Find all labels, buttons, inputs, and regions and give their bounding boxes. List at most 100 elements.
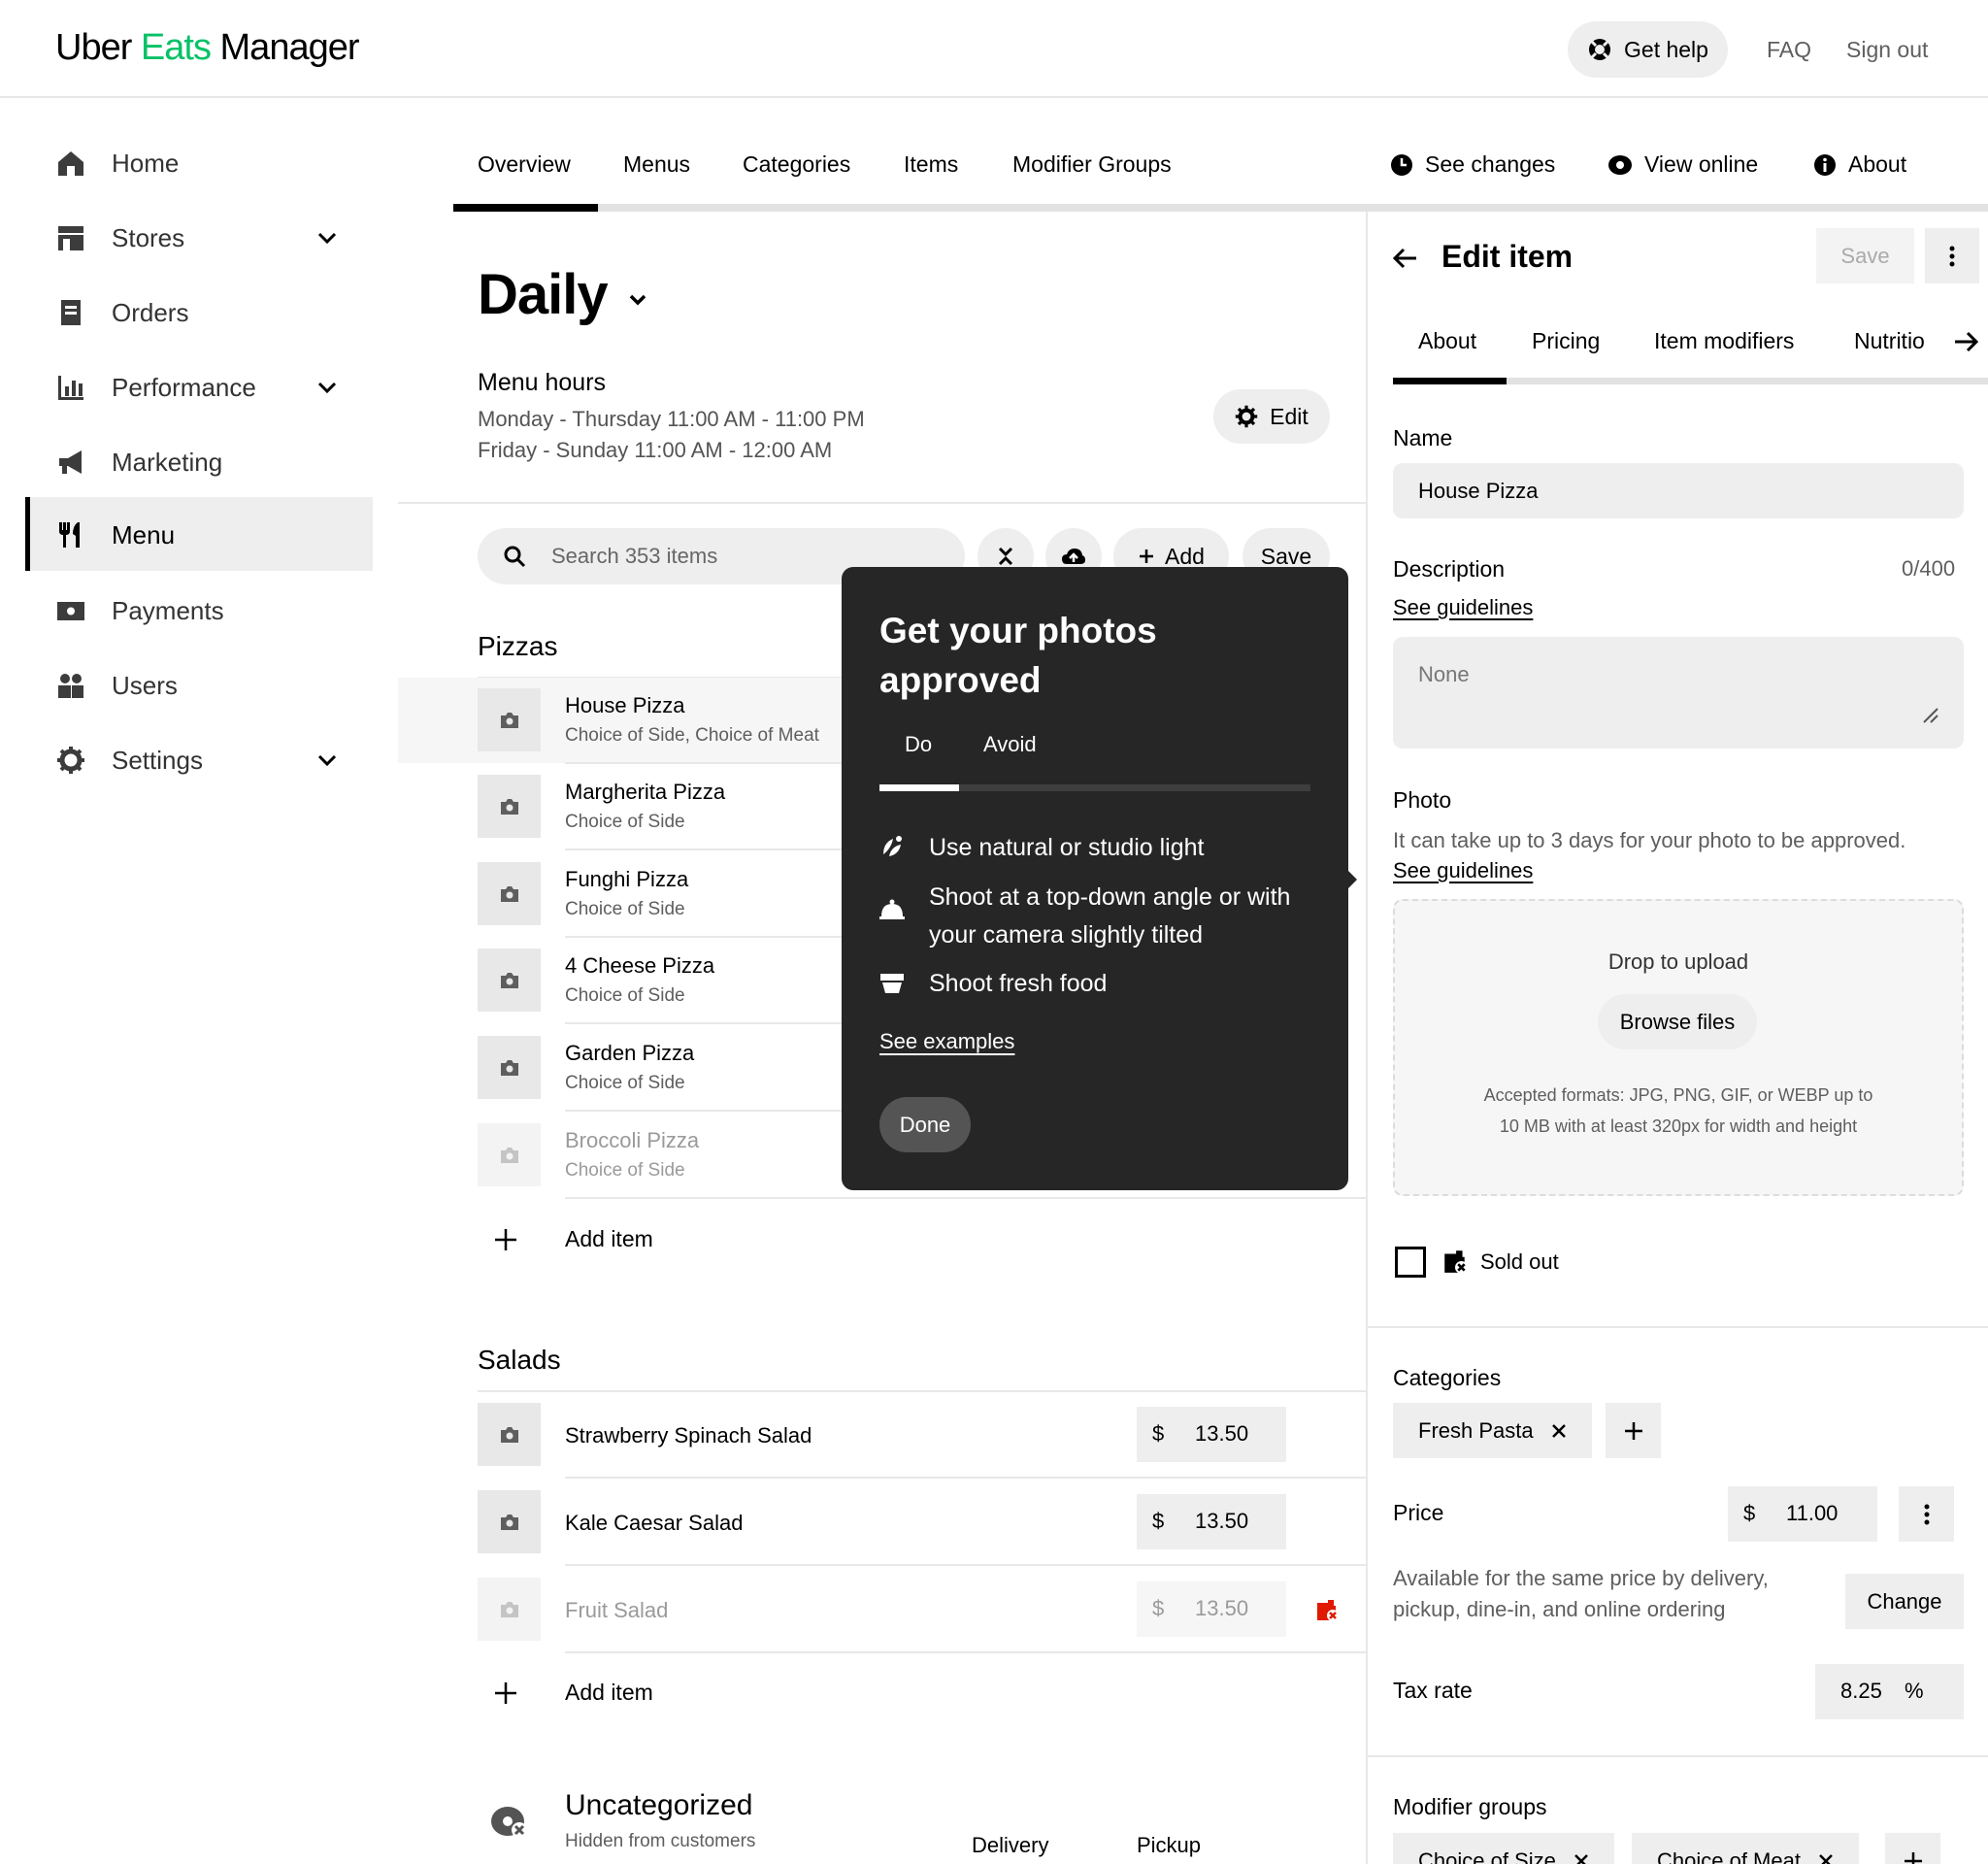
item-photo-placeholder[interactable] — [478, 688, 541, 751]
sidebar-item-stores[interactable]: Stores — [25, 200, 373, 274]
sidebar-item-orders[interactable]: Orders — [25, 275, 373, 349]
tab-modifier-groups[interactable]: Modifier Groups — [1012, 151, 1172, 178]
edit-hours-button[interactable]: Edit — [1213, 389, 1330, 444]
close-icon[interactable] — [1551, 1423, 1567, 1439]
collapse-icon — [998, 547, 1013, 566]
item-name[interactable]: Garden Pizza — [565, 1041, 694, 1066]
item-name[interactable]: Margherita Pizza — [565, 780, 725, 805]
camera-icon — [500, 1147, 518, 1163]
photo-dropzone[interactable]: Drop to upload Browse files Accepted for… — [1393, 899, 1964, 1196]
tab-categories[interactable]: Categories — [743, 151, 850, 178]
menu-title-dropdown[interactable]: Daily — [478, 262, 648, 327]
divider — [565, 1022, 856, 1024]
price-options-button[interactable] — [1899, 1486, 1954, 1542]
resize-handle-icon[interactable] — [1920, 705, 1939, 724]
chevron-down-icon[interactable] — [316, 749, 338, 771]
add-item-button[interactable]: Add item — [493, 1680, 653, 1706]
change-button[interactable]: Change — [1845, 1574, 1964, 1629]
item-photo-placeholder[interactable] — [478, 862, 541, 925]
sidebar-item-performance[interactable]: Performance — [25, 350, 373, 423]
tab-menus[interactable]: Menus — [623, 151, 690, 178]
tab-avoid[interactable]: Avoid — [983, 732, 1037, 757]
divider — [565, 1477, 1366, 1479]
close-icon[interactable] — [1818, 1853, 1834, 1864]
tab-about[interactable]: About — [1418, 328, 1476, 354]
add-item-button[interactable]: Add item — [493, 1226, 653, 1252]
faq-link[interactable]: FAQ — [1767, 37, 1811, 63]
modifier-chip[interactable]: Choice of Size — [1393, 1833, 1614, 1864]
item-photo-placeholder[interactable] — [478, 775, 541, 838]
sidebar-item-settings[interactable]: Settings — [25, 722, 373, 796]
camera-icon — [500, 885, 518, 902]
sign-out-link[interactable]: Sign out — [1846, 37, 1928, 63]
tab-item-modifiers[interactable]: Item modifiers — [1654, 328, 1794, 354]
browse-files-button[interactable]: Browse files — [1598, 994, 1757, 1049]
modifier-chip[interactable]: Choice of Meat — [1632, 1833, 1859, 1864]
item-name[interactable]: 4 Cheese Pizza — [565, 953, 714, 979]
price-input[interactable]: $ 11.00 — [1728, 1486, 1877, 1542]
photo-tips-popover: Get your photos approved Do Avoid Use na… — [842, 567, 1348, 1190]
price-input[interactable]: $ 13.50 — [1137, 1407, 1286, 1462]
item-name[interactable]: Kale Caesar Salad — [565, 1511, 743, 1536]
tax-rate-input[interactable]: 8.25 % — [1815, 1664, 1964, 1719]
done-button[interactable]: Done — [879, 1097, 971, 1152]
camera-icon — [500, 1059, 518, 1076]
close-icon[interactable] — [1574, 1853, 1589, 1864]
menu-hours-line: Friday - Sunday 11:00 AM - 12:00 AM — [478, 438, 833, 462]
item-photo-placeholder[interactable] — [478, 1403, 541, 1466]
arrow-right-icon[interactable] — [1953, 330, 1978, 353]
item-name[interactable]: Fruit Salad — [565, 1598, 668, 1623]
search-icon — [504, 546, 526, 568]
arrow-left-icon[interactable] — [1393, 247, 1418, 270]
tab-items[interactable]: Items — [904, 151, 958, 178]
item-name[interactable]: Funghi Pizza — [565, 867, 688, 892]
plus-icon — [1904, 1851, 1922, 1864]
cloche-icon — [879, 899, 905, 919]
tab-pricing[interactable]: Pricing — [1532, 328, 1600, 354]
add-category-button[interactable] — [1606, 1403, 1661, 1458]
add-modifier-button[interactable] — [1885, 1833, 1940, 1864]
camera-icon — [500, 1426, 518, 1443]
sidebar-item-users[interactable]: Users — [25, 648, 373, 721]
sidebar-item-menu[interactable]: Menu — [25, 497, 373, 571]
item-photo-placeholder[interactable] — [478, 1490, 541, 1553]
chevron-down-icon[interactable] — [316, 227, 338, 249]
see-examples-link[interactable]: See examples — [879, 1029, 1014, 1054]
see-guidelines-link[interactable]: See guidelines — [1393, 858, 1533, 883]
item-photo-placeholder[interactable] — [478, 1036, 541, 1099]
item-photo-placeholder[interactable] — [478, 1123, 541, 1186]
item-modifiers: Choice of Side — [565, 985, 685, 1006]
view-online-link[interactable]: View online — [1607, 151, 1758, 178]
see-changes-link[interactable]: See changes — [1390, 151, 1555, 178]
logo[interactable]: Uber Eats Manager — [55, 27, 360, 69]
get-help-button[interactable]: Get help — [1568, 21, 1728, 78]
price-note: pickup, dine-in, and online ordering — [1393, 1597, 1726, 1621]
tab-nutrition[interactable]: Nutritio — [1854, 328, 1925, 354]
item-name[interactable]: Broccoli Pizza — [565, 1128, 699, 1153]
sidebar-item-marketing[interactable]: Marketing — [25, 424, 373, 498]
description-textarea[interactable]: None — [1393, 637, 1964, 749]
eye-icon — [1608, 154, 1632, 175]
item-name[interactable]: House Pizza — [565, 693, 685, 718]
category-chip[interactable]: Fresh Pasta — [1393, 1403, 1592, 1458]
see-guidelines-link[interactable]: See guidelines — [1393, 595, 1533, 620]
item-photo-placeholder[interactable] — [478, 949, 541, 1012]
price-input[interactable]: $ 13.50 — [1137, 1494, 1286, 1549]
name-input[interactable]: House Pizza — [1393, 463, 1964, 518]
tab-do[interactable]: Do — [905, 732, 932, 757]
panel-save-button[interactable]: Save — [1816, 228, 1914, 283]
item-photo-placeholder[interactable] — [478, 1578, 541, 1641]
item-name[interactable]: Strawberry Spinach Salad — [565, 1423, 812, 1448]
photo-note: It can take up to 3 days for your photo … — [1393, 828, 1906, 852]
chevron-down-icon[interactable] — [316, 377, 338, 398]
sidebar-item-home[interactable]: Home — [25, 125, 373, 199]
accepted-formats-text: Accepted formats: JPG, PNG, GIF, or WEBP… — [1483, 1085, 1873, 1105]
sold-out-checkbox[interactable] — [1395, 1247, 1426, 1278]
more-options-button[interactable] — [1925, 228, 1979, 283]
price-input[interactable]: $ 13.50 — [1137, 1581, 1286, 1637]
price-note: Available for the same price by delivery… — [1393, 1566, 1769, 1590]
about-link[interactable]: About — [1813, 151, 1906, 178]
tab-overview[interactable]: Overview — [478, 151, 571, 178]
sidebar-item-payments[interactable]: Payments — [25, 573, 373, 647]
sold-out-icon[interactable] — [1314, 1597, 1340, 1622]
